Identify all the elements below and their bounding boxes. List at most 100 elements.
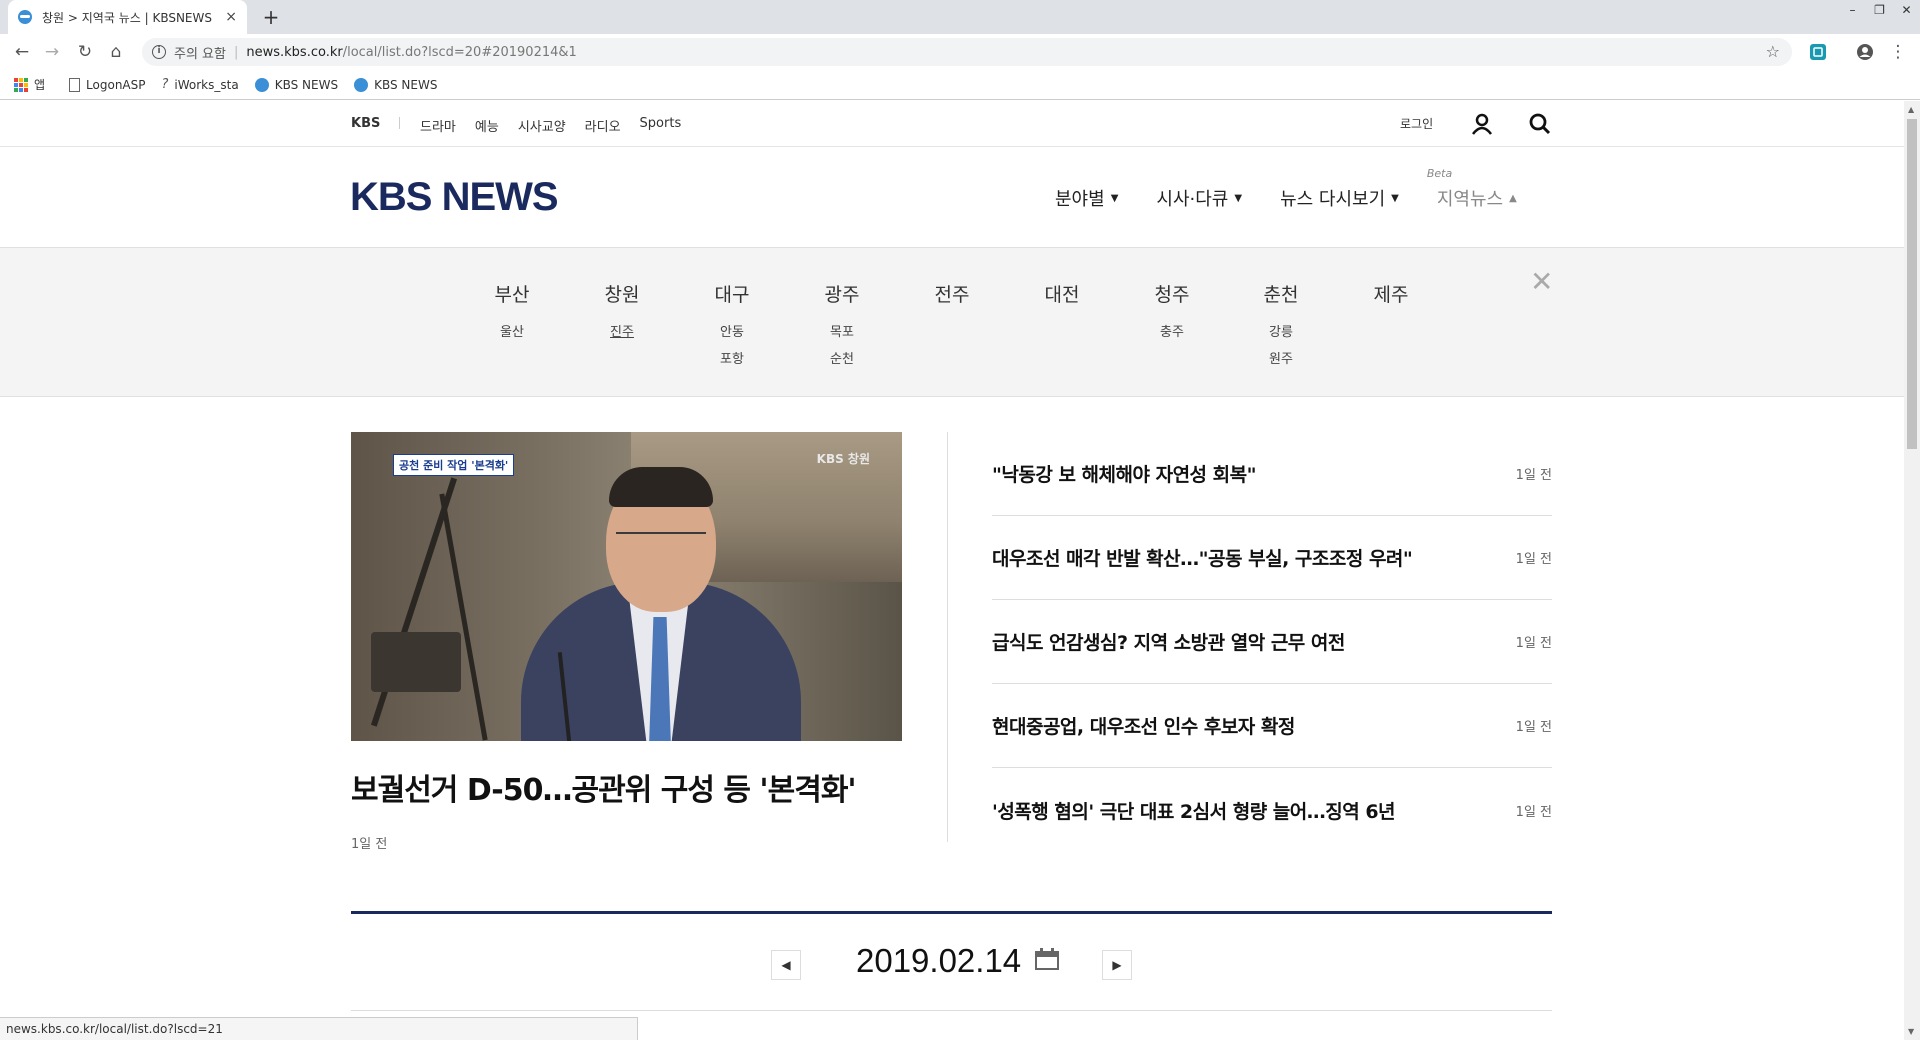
profile-icon[interactable]: [1855, 42, 1875, 62]
next-date-button[interactable]: ▶: [1102, 950, 1132, 980]
home-icon[interactable]: ⌂: [104, 40, 128, 64]
prev-date-button[interactable]: ◀: [771, 950, 801, 980]
region-name[interactable]: 전주: [912, 280, 992, 307]
minimize-icon[interactable]: –: [1839, 0, 1866, 20]
region-name[interactable]: 청주: [1132, 280, 1212, 307]
region-name[interactable]: 제주: [1351, 280, 1431, 307]
sub-region[interactable]: 울산: [472, 319, 552, 346]
web-page: KBS 드라마 예능 시사교양 라디오 Sports 로그인 KBS NEWS …: [0, 101, 1904, 1040]
kbs-icon: [254, 77, 269, 92]
login-link[interactable]: 로그인: [1400, 115, 1433, 132]
region-name[interactable]: 창원: [582, 280, 662, 307]
gnb-item-drama[interactable]: 드라마: [420, 116, 456, 135]
browser-tab[interactable]: 창원 > 지역국 뉴스 | KBSNEWS ×: [8, 0, 247, 34]
image-hair: [609, 467, 713, 507]
gnb-item-current-affairs[interactable]: 시사교양: [518, 116, 566, 135]
image-watermark: KBS 창원: [816, 452, 870, 466]
news-time: 1일 전: [1515, 636, 1552, 651]
extension-icon[interactable]: [1808, 42, 1828, 62]
news-time: 1일 전: [1515, 468, 1552, 483]
region-name[interactable]: 대전: [1022, 280, 1102, 307]
sub-region[interactable]: 진주: [582, 319, 662, 346]
apps-icon: [14, 77, 28, 92]
user-icon[interactable]: [1470, 112, 1494, 136]
close-icon[interactable]: ✕: [1530, 268, 1553, 296]
forward-arrow-icon[interactable]: →: [40, 40, 64, 64]
security-label: 주의 요함: [174, 46, 226, 62]
calendar-icon[interactable]: [1035, 948, 1059, 970]
address-bar[interactable]: i 주의 요함 | news.kbs.co.kr/local/list.do?l…: [142, 38, 1792, 66]
news-list-item[interactable]: '성폭행 혐의' 극단 대표 2심서 형량 늘어…징역 6년 1일 전: [992, 768, 1552, 852]
region-name[interactable]: 대구: [692, 280, 772, 307]
news-list-item[interactable]: 대우조선 매각 반발 확산…"공동 부실, 구조조정 우려" 1일 전: [992, 516, 1552, 600]
lead-article[interactable]: 공천 준비 작업 '본격화' KBS 창원 보궐선거 D-50…공관위 구성 등…: [351, 432, 902, 852]
news-title[interactable]: 급식도 언감생심? 지역 소방관 열악 근무 여전: [992, 628, 1345, 655]
sub-region[interactable]: 목포: [802, 319, 882, 346]
lead-article-image[interactable]: 공천 준비 작업 '본격화' KBS 창원: [351, 432, 902, 741]
bookmark-star-icon[interactable]: ☆: [1766, 42, 1780, 61]
tab-title: 창원 > 지역국 뉴스 | KBSNEWS: [42, 10, 212, 25]
search-icon[interactable]: [1528, 112, 1552, 136]
news-list-item[interactable]: "낙동강 보 해체해야 자연성 회복" 1일 전: [992, 432, 1552, 516]
scroll-down-icon[interactable]: ▼: [1908, 1027, 1914, 1036]
window-controls: – ❐ ✕: [1839, 0, 1920, 20]
bookmark-logonasp[interactable]: LogonASP: [69, 77, 146, 92]
bookmark-iworks[interactable]: ? iWorks_sta: [162, 77, 239, 92]
nav-item-regional-news[interactable]: Beta 지역뉴스 ▲: [1427, 167, 1517, 211]
nav-item-category[interactable]: 분야별 ▼: [1055, 185, 1118, 211]
region-changwon: 창원 진주: [582, 280, 662, 346]
bookmark-label: LogonASP: [86, 77, 146, 92]
news-title[interactable]: '성폭행 혐의' 극단 대표 2심서 형량 늘어…징역 6년: [992, 797, 1396, 824]
region-jeju: 제주: [1351, 280, 1431, 319]
gnb-item-sports[interactable]: Sports: [640, 116, 682, 135]
menu-kebab-icon[interactable]: ⋮: [1886, 40, 1910, 64]
sub-region[interactable]: 안동: [692, 319, 772, 346]
lead-article-title[interactable]: 보궐선거 D-50…공관위 구성 등 '본격화': [351, 765, 902, 809]
gnb-divider: [399, 117, 400, 129]
sub-region[interactable]: 강릉: [1241, 319, 1321, 346]
news-time: 1일 전: [1515, 720, 1552, 735]
news-title[interactable]: 현대중공업, 대우조선 인수 후보자 확정: [992, 712, 1295, 739]
sub-region[interactable]: 충주: [1132, 319, 1212, 346]
region-gwangju: 광주 목포 순천: [802, 280, 882, 373]
bookmark-apps[interactable]: 앱: [14, 76, 45, 93]
page-scrollbar[interactable]: ▲ ▼: [1904, 101, 1920, 1040]
scrollbar-thumb[interactable]: [1907, 119, 1917, 449]
region-name[interactable]: 춘천: [1241, 280, 1321, 307]
kbs-icon: [354, 77, 369, 92]
image-caption: 공천 준비 작업 '본격화': [393, 454, 515, 476]
tab-close-button[interactable]: ×: [225, 9, 237, 25]
global-nav: KBS 드라마 예능 시사교양 라디오 Sports 로그인: [0, 101, 1904, 147]
bookmark-kbs-news-1[interactable]: KBS NEWS: [254, 77, 338, 92]
news-title[interactable]: "낙동강 보 해체해야 자연성 회복": [992, 460, 1257, 487]
news-title[interactable]: 대우조선 매각 반발 확산…"공동 부실, 구조조정 우려": [992, 544, 1413, 571]
scroll-up-icon[interactable]: ▲: [1908, 105, 1914, 114]
news-list-item[interactable]: 현대중공업, 대우조선 인수 후보자 확정 1일 전: [992, 684, 1552, 768]
bookmark-kbs-news-2[interactable]: KBS NEWS: [354, 77, 437, 92]
restore-icon[interactable]: ❐: [1866, 0, 1893, 20]
nav-item-news-replay[interactable]: 뉴스 다시보기 ▼: [1280, 185, 1399, 211]
sub-region[interactable]: 순천: [802, 346, 882, 373]
region-name[interactable]: 부산: [472, 280, 552, 307]
sub-region[interactable]: 원주: [1241, 346, 1321, 373]
back-arrow-icon[interactable]: ←: [10, 40, 34, 64]
region-cheongju: 청주 충주: [1132, 280, 1212, 346]
gnb-item-radio[interactable]: 라디오: [585, 116, 621, 135]
reload-icon[interactable]: ↻: [73, 40, 97, 64]
region-daejeon: 대전: [1022, 280, 1102, 319]
region-jeonju: 전주: [912, 280, 992, 319]
new-tab-button[interactable]: +: [258, 4, 284, 30]
sub-region[interactable]: 포항: [692, 346, 772, 373]
gnb-item-entertainment[interactable]: 예능: [475, 116, 499, 135]
close-window-icon[interactable]: ✕: [1893, 0, 1920, 20]
news-list-item[interactable]: 급식도 언감생심? 지역 소방관 열악 근무 여전 1일 전: [992, 600, 1552, 684]
region-name[interactable]: 광주: [802, 280, 882, 307]
column-divider: [947, 432, 948, 842]
info-icon[interactable]: i: [152, 45, 166, 59]
site-header: KBS NEWS 분야별 ▼ 시사·다큐 ▼ 뉴스 다시보기 ▼ Beta 지역…: [0, 147, 1904, 247]
nav-item-documentary[interactable]: 시사·다큐 ▼: [1156, 185, 1242, 211]
kbs-brand-link[interactable]: KBS: [351, 116, 380, 131]
nav-label: 시사·다큐: [1156, 189, 1229, 210]
kbs-news-logo[interactable]: KBS NEWS: [350, 175, 559, 220]
current-date: 2019.02.14: [856, 942, 1022, 979]
